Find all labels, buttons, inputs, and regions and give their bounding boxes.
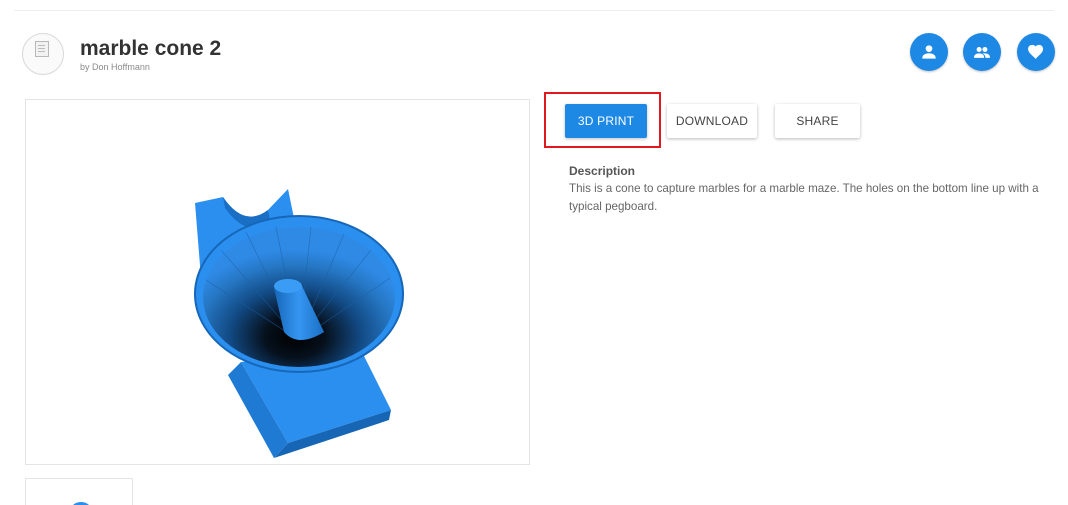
description-text: This is a cone to capture marbles for a … — [569, 182, 1039, 213]
model-thumbnail[interactable] — [25, 478, 133, 505]
creator-byline[interactable]: by Don Hoffmann — [80, 62, 150, 72]
top-divider — [14, 10, 1054, 11]
thing-page: marble cone 2 by Don Hoffmann 3D PRINT D… — [0, 0, 1068, 505]
avatar-placeholder-icon — [35, 41, 49, 57]
creator-avatar[interactable] — [22, 33, 64, 75]
description-heading: Description — [569, 164, 636, 178]
share-button[interactable]: SHARE — [775, 104, 860, 138]
heart-icon — [1028, 44, 1044, 60]
download-button[interactable]: DOWNLOAD — [667, 104, 757, 138]
like-button[interactable] — [1017, 33, 1055, 71]
profile-button[interactable] — [910, 33, 948, 71]
model-render — [194, 189, 404, 458]
3d-print-button[interactable]: 3D PRINT — [565, 104, 647, 138]
group-icon — [974, 47, 990, 58]
group-button[interactable] — [963, 33, 1001, 71]
person-icon — [922, 45, 936, 59]
model-viewer[interactable] — [25, 99, 530, 465]
thing-title: marble cone 2 — [80, 37, 222, 60]
